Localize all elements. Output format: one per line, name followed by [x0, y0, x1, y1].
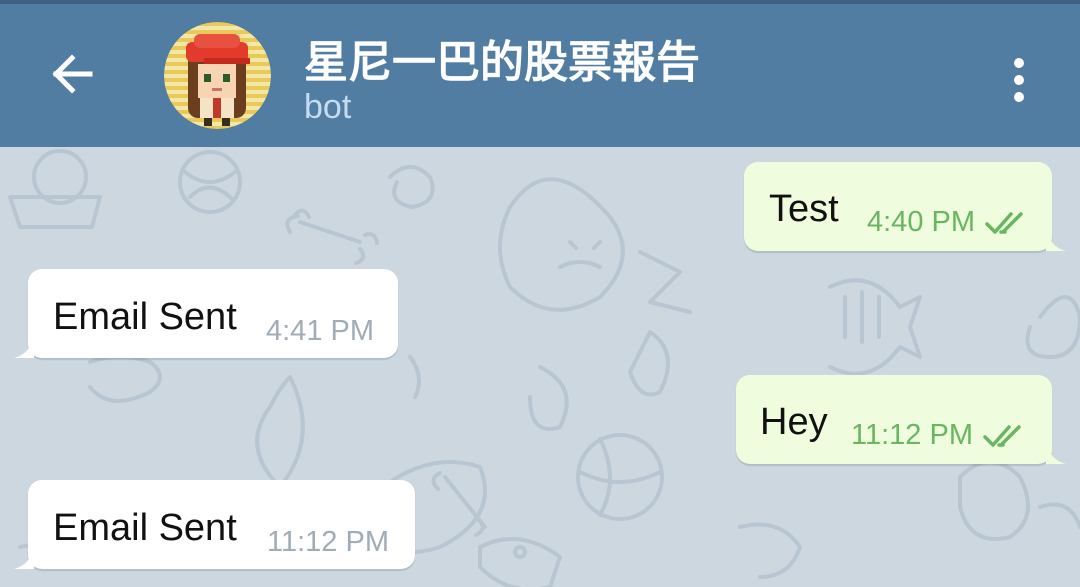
more-vertical-icon: [1014, 58, 1024, 68]
chat-subtitle[interactable]: bot: [304, 88, 351, 127]
message-list[interactable]: Test 4:40 PM Email Sent 4:41 PM Hey 11:1…: [0, 147, 1080, 587]
message-text: Email Sent: [53, 296, 237, 338]
message-meta: 4:41 PM: [266, 315, 374, 348]
chat-title[interactable]: 星尼一巴的股票報告: [304, 26, 700, 90]
bubble-tail: [1046, 442, 1066, 464]
message-bubble-outgoing[interactable]: Test 4:40 PM: [744, 162, 1066, 251]
message-time: 4:40 PM: [867, 206, 975, 238]
bubble-tail: [14, 336, 34, 358]
message-text: Test: [769, 188, 839, 230]
chat-header: 星尼一巴的股票報告 bot: [0, 4, 1080, 147]
message-bubble-outgoing[interactable]: Hey 11:12 PM: [736, 375, 1066, 464]
message-meta: 11:12 PM: [267, 526, 389, 559]
message-text: Email Sent: [53, 507, 237, 549]
bubble-tail: [14, 547, 34, 569]
message-time: 11:12 PM: [267, 526, 389, 558]
more-menu-button[interactable]: [993, 48, 1045, 112]
message-bubble-incoming[interactable]: Email Sent 4:41 PM: [14, 269, 398, 358]
message-time: 4:41 PM: [266, 315, 374, 347]
message-time: 11:12 PM: [851, 419, 973, 451]
message-meta: 4:40 PM: [867, 206, 1027, 239]
message-text: Hey: [760, 401, 828, 443]
message-bubble-incoming[interactable]: Email Sent 11:12 PM: [14, 480, 415, 569]
bubble-tail: [1046, 229, 1066, 251]
double-check-icon: [985, 211, 1023, 234]
avatar[interactable]: [164, 22, 271, 129]
back-button[interactable]: [32, 34, 112, 114]
double-check-icon: [983, 424, 1021, 447]
message-meta: 11:12 PM: [851, 419, 1025, 452]
arrow-left-icon: [52, 54, 93, 94]
